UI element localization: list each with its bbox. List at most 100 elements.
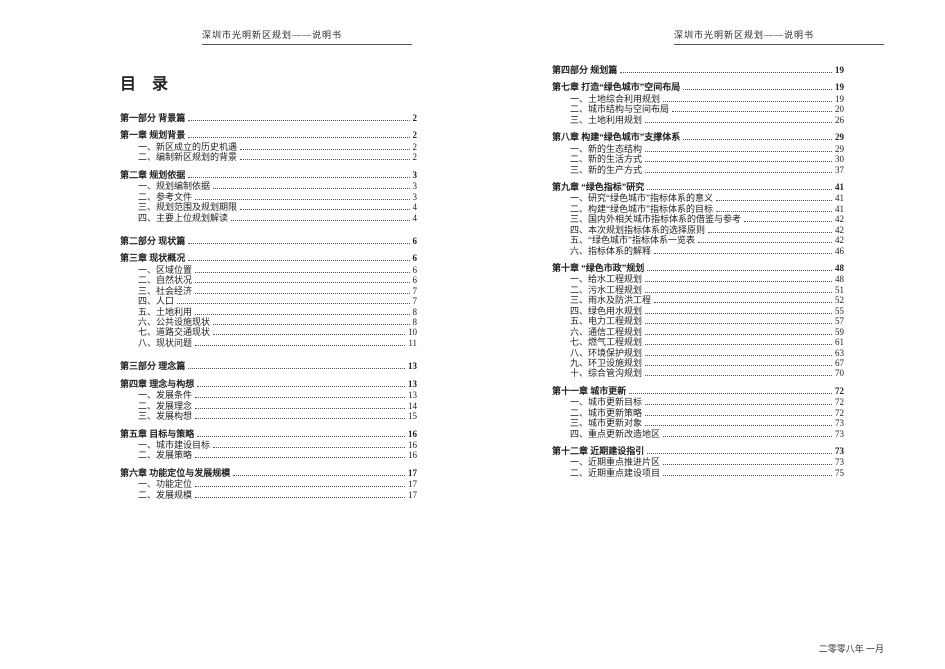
toc-entry-page: 63 [835,349,844,358]
toc-entry-page: 17 [408,480,417,489]
toc-entry: 第三部分 理念篇13 [120,362,417,371]
page-left: 深圳市光明新区规划——说明书 目 录 第一部分 背景篇2第一章 规划背景2一、新… [0,0,472,669]
toc-entry-label: 二、城市更新策略 [570,409,642,418]
toc-entry: 第一部分 背景篇2 [120,114,417,123]
toc-entry-page: 29 [835,145,844,154]
toc-entry-label: 四、人口 [138,297,174,306]
toc-entry-label: 八、现状问题 [138,339,192,348]
toc-right-column: 第四部分 规划篇19第七章 打造“绿色城市”空间布局19一、土地综合利用规划19… [552,66,844,478]
running-head-rule [202,44,412,45]
toc-entry-page: 19 [835,95,844,104]
toc-leader [645,404,832,405]
toc-leader [645,355,832,356]
toc-entry: 二、构建“绿色城市”指标体系的目标 41 [570,205,844,214]
page-right: 深圳市光明新区规划——说明书 第四部分 规划篇19第七章 打造“绿色城市”空间布… [472,0,944,669]
toc-leader [240,209,409,210]
toc-leader [683,89,832,90]
toc-entry-label: 第三章 现状概况 [120,254,185,263]
toc-entry-label: 一、发展条件 [138,391,192,400]
toc-entry-page: 13 [408,380,417,389]
running-head: 深圳市光明新区规划——说明书 [674,28,884,45]
toc-leader [195,457,405,458]
toc-entry: 一、土地综合利用规划19 [570,95,844,104]
toc-entry-label: 七、道路交通现状 [138,328,210,337]
toc-leader [645,281,832,282]
toc-leader [654,302,832,303]
toc-entry: 四、绿色用水规划 55 [570,307,844,316]
toc-entry: 四、主要上位规划解读4 [138,214,417,223]
toc-entry-label: 六、通信工程规划 [570,328,642,337]
toc-entry-page: 17 [408,491,417,500]
toc-entry: 一、功能定位17 [138,480,417,489]
toc-entry: 第六章 功能定位与发展规模17 [120,469,417,478]
toc-entry-page: 6 [413,276,418,285]
footer-date: 二零零八年 一月 [819,642,884,655]
toc-entry: 二、发展理念 14 [138,402,417,411]
toc-entry: 一、规划编制依据3 [138,182,417,191]
toc-leader [744,221,832,222]
toc-entry-page: 10 [408,328,417,337]
toc-entry-page: 55 [835,307,844,316]
toc-entry: 三、城市更新对象73 [570,419,844,428]
running-head-rule [674,44,884,45]
toc-leader [188,243,409,244]
toc-entry-page: 48 [835,264,844,273]
toc-entry-page: 41 [835,205,844,214]
toc-entry-page: 4 [413,203,418,212]
toc-entry-page: 8 [413,318,418,327]
toc-entry-page: 42 [835,236,844,245]
toc-entry: 第十一章 城市更新72 [552,387,844,396]
toc-entry-label: 二、发展理念 [138,402,192,411]
toc-leader [672,111,832,112]
toc-leader [654,253,832,254]
toc-entry: 一、新的生态结构29 [570,145,844,154]
toc-entry-label: 四、绿色用水规划 [570,307,642,316]
toc-entry: 一、新区成立的历史机遇2 [138,143,417,152]
toc-entry-label: 三、国内外相关城市指标体系的借鉴与参考 [570,215,741,224]
toc-entry-label: 第四章 理念与构想 [120,380,194,389]
toc-leader [663,464,832,465]
toc-entry-page: 14 [408,402,417,411]
toc-entry: 八、环境保护规划63 [570,349,844,358]
toc-entry-page: 67 [835,359,844,368]
toc-entry-page: 16 [408,451,417,460]
toc-entry-label: 第五章 目标与策略 [120,430,194,439]
toc-entry-label: 第九章 “绿色指标”研究 [552,183,644,192]
toc-entry-label: 七、燃气工程规划 [570,338,642,347]
toc-entry-label: 第二部分 现状篇 [120,237,185,246]
toc-entry-page: 2 [413,131,418,140]
toc-leader [213,188,409,189]
toc-entry-label: 二、自然状况 [138,276,192,285]
toc-entry-label: 三、规划范围及规划期限 [138,203,237,212]
toc-entry-page: 19 [835,66,844,75]
toc-entry: 二、编制新区规划的背景2 [138,153,417,162]
toc-entry-page: 37 [835,166,844,175]
toc-entry-label: 五、电力工程规划 [570,317,642,326]
toc-entry: 三、发展构想15 [138,412,417,421]
toc-entry-label: 一、城市更新目标 [570,398,642,407]
toc-entry: 二、参考文件3 [138,193,417,202]
toc-leader [716,211,832,212]
toc-leader [645,151,832,152]
toc-entry-page: 6 [413,254,418,263]
toc-leader [195,497,405,498]
toc-entry: 三、规划范围及规划期限 4 [138,203,417,212]
toc-leader [708,232,832,233]
toc-entry-label: 一、给水工程规划 [570,275,642,284]
toc-entry-label: 二、城市结构与空间布局 [570,105,669,114]
toc-entry-page: 42 [835,215,844,224]
toc-entry-label: 二、构建“绿色城市”指标体系的目标 [570,205,713,214]
toc-entry: 第四章 理念与构想 13 [120,380,417,389]
toc-entry-label: 十、综合管沟规划 [570,369,642,378]
toc-leader [195,345,405,346]
toc-entry-label: 四、重点更新改造地区 [570,430,660,439]
toc-leader [195,314,409,315]
toc-entry: 二、新的生活方式30 [570,155,844,164]
toc-entry-page: 3 [413,193,418,202]
toc-leader [645,172,832,173]
toc-entry-label: 二、发展策略 [138,451,192,460]
toc-entry: 五、电力工程规划57 [570,317,844,326]
toc-entry-label: 三、社会经济 [138,287,192,296]
toc-entry: 第三章 现状概况 6 [120,254,417,263]
toc-leader [195,199,409,200]
